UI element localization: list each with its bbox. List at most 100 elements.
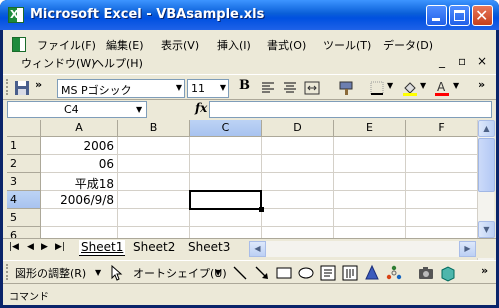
minimize-button[interactable] <box>426 5 447 26</box>
cell-e6[interactable] <box>334 227 406 238</box>
cell-c2[interactable] <box>190 155 262 173</box>
name-box[interactable]: C4 ▼ <box>7 101 147 118</box>
menu-insert[interactable]: 挿入(I) <box>217 37 251 53</box>
tab-sheet1[interactable]: Sheet1 <box>79 240 126 256</box>
cell-c6[interactable] <box>190 227 262 238</box>
cell-f3[interactable] <box>406 173 477 191</box>
chevron-down-icon[interactable]: ▼ <box>387 81 393 90</box>
toolbar-grip[interactable] <box>6 264 9 280</box>
horizontal-scrollbar[interactable]: ◀ ▶ <box>249 241 476 257</box>
save-icon[interactable] <box>13 79 31 97</box>
cell-d6[interactable] <box>262 227 334 238</box>
column-header-e[interactable]: E <box>334 120 406 137</box>
tab-sheet3[interactable]: Sheet3 <box>186 240 232 256</box>
scroll-right-icon[interactable]: ▶ <box>459 241 476 257</box>
select-pointer-icon[interactable] <box>107 264 125 282</box>
chevron-more-icon[interactable]: » <box>478 78 485 91</box>
close-button[interactable]: ✕ <box>472 5 493 26</box>
first-sheet-icon[interactable]: |◀ <box>9 242 19 252</box>
doc-minimize-button[interactable]: _ <box>439 54 445 68</box>
doc-restore-button[interactable]: ▫ <box>458 54 466 68</box>
cell-e5[interactable] <box>334 209 406 227</box>
font-color-icon[interactable]: A <box>433 79 451 97</box>
cell-b4[interactable] <box>118 191 190 209</box>
chevron-more-icon[interactable]: » <box>481 264 488 277</box>
cell-c5[interactable] <box>190 209 262 227</box>
chevron-down-icon[interactable]: ▼ <box>215 268 221 277</box>
format-painter-icon[interactable] <box>337 79 355 97</box>
doc-close-button[interactable]: × <box>477 54 487 68</box>
picture-icon[interactable] <box>417 264 435 282</box>
borders-icon[interactable] <box>368 79 386 97</box>
cell-a4[interactable]: 2006/9/8 <box>41 191 118 209</box>
column-header-b[interactable]: B <box>118 120 190 137</box>
cell-c4[interactable] <box>189 190 262 210</box>
cell-e3[interactable] <box>334 173 406 191</box>
cell-b3[interactable] <box>118 173 190 191</box>
fill-handle[interactable] <box>259 207 264 212</box>
cell-f5[interactable] <box>406 209 477 227</box>
menu-file[interactable]: ファイル(F) <box>37 37 96 53</box>
menu-data[interactable]: データ(D) <box>383 37 433 53</box>
cell-d3[interactable] <box>262 173 334 191</box>
chevron-more-icon[interactable]: » <box>35 78 42 91</box>
row-header-5[interactable]: 5 <box>7 209 41 227</box>
cell-f6[interactable] <box>406 227 477 238</box>
cell-c1[interactable] <box>190 137 262 155</box>
column-header-d[interactable]: D <box>262 120 334 137</box>
row-header-1[interactable]: 1 <box>7 137 41 155</box>
cell-a2[interactable]: 06 <box>41 155 118 173</box>
workbook-icon[interactable] <box>12 37 26 52</box>
row-header-6[interactable]: 6 <box>7 227 41 238</box>
toolbar-grip[interactable] <box>6 79 9 95</box>
clipart-icon[interactable] <box>439 264 457 282</box>
excel-icon[interactable]: X <box>8 7 24 23</box>
cell-f2[interactable] <box>406 155 477 173</box>
scroll-thumb[interactable] <box>478 138 495 192</box>
diagram-icon[interactable] <box>385 264 403 282</box>
formula-input[interactable] <box>209 101 492 118</box>
arrow-icon[interactable] <box>253 264 271 282</box>
cell-d1[interactable] <box>262 137 334 155</box>
select-all-corner[interactable] <box>7 120 41 137</box>
menu-view[interactable]: 表示(V) <box>161 37 199 53</box>
align-center-icon[interactable] <box>281 79 299 97</box>
autoshapes-menu-button[interactable]: オートシェイプ(U) <box>133 265 227 281</box>
cell-c3[interactable] <box>190 173 262 191</box>
insert-function-button[interactable]: fx <box>195 101 207 115</box>
row-header-2[interactable]: 2 <box>7 155 41 173</box>
oval-icon[interactable] <box>297 264 315 282</box>
cell-a5[interactable] <box>41 209 118 227</box>
scroll-left-icon[interactable]: ◀ <box>249 241 266 257</box>
fill-color-icon[interactable] <box>401 79 419 97</box>
row-header-3[interactable]: 3 <box>7 173 41 191</box>
scroll-up-icon[interactable]: ▲ <box>478 120 495 137</box>
menu-tools[interactable]: ツール(T) <box>323 37 371 53</box>
chevron-down-icon[interactable]: ▼ <box>453 81 459 90</box>
column-header-a[interactable]: A <box>41 120 118 137</box>
cell-d4[interactable] <box>262 191 334 209</box>
cell-d5[interactable] <box>262 209 334 227</box>
bold-button[interactable]: B <box>239 78 250 93</box>
cell-a6[interactable] <box>41 227 118 238</box>
cell-a3[interactable]: 平成18 <box>41 173 118 191</box>
cell-d2[interactable] <box>262 155 334 173</box>
cell-f4[interactable] <box>406 191 477 209</box>
font-size-select[interactable]: 11 ▼ <box>187 79 229 98</box>
prev-sheet-icon[interactable]: ◀ <box>27 242 34 252</box>
chevron-down-icon[interactable]: ▼ <box>420 81 426 90</box>
maximize-button[interactable] <box>449 5 470 26</box>
column-header-c[interactable]: C <box>190 120 262 137</box>
title-bar[interactable]: X Microsoft Excel - VBAsample.xls ✕ <box>0 0 499 30</box>
line-icon[interactable] <box>231 264 249 282</box>
menu-format[interactable]: 書式(O) <box>267 37 306 53</box>
cell-e4[interactable] <box>334 191 406 209</box>
wordart-icon[interactable] <box>363 264 381 282</box>
last-sheet-icon[interactable]: ▶| <box>55 242 65 252</box>
cell-b1[interactable] <box>118 137 190 155</box>
cell-b5[interactable] <box>118 209 190 227</box>
cell-b6[interactable] <box>118 227 190 238</box>
cell-e2[interactable] <box>334 155 406 173</box>
textbox-icon[interactable] <box>319 264 337 282</box>
menu-help[interactable]: ヘルプ(H) <box>93 55 143 71</box>
